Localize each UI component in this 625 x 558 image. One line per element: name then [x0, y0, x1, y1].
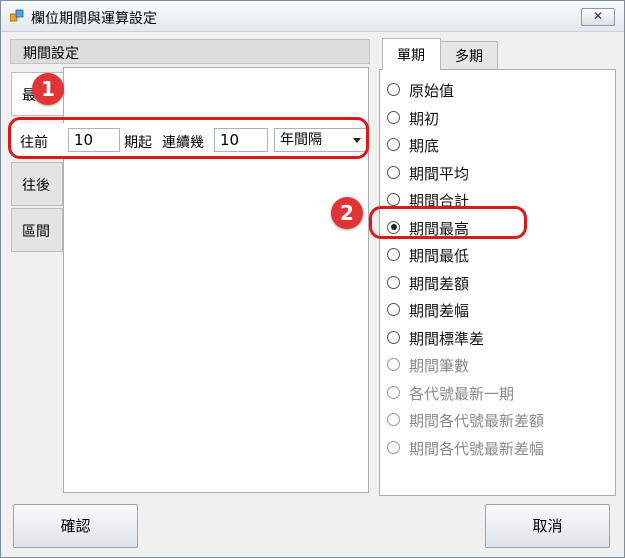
close-icon: ✕ [592, 9, 604, 23]
radio-unchecked-icon [387, 330, 400, 344]
radio-option-label: 期間最低 [409, 247, 470, 265]
period-settings-header: 期間設定 [10, 39, 370, 64]
cancel-button[interactable]: 取消 [485, 504, 610, 548]
tab-range[interactable]: 區間 [11, 208, 63, 252]
radio-unchecked-icon [387, 440, 400, 454]
title-bar: 欄位期間與運算設定 ✕ [1, 1, 624, 32]
radio-option-label: 期間各代號最新差額 [409, 412, 545, 430]
radio-option-label: 期初 [409, 109, 440, 128]
radio-unchecked-icon [387, 275, 400, 289]
radio-unchecked-icon [387, 413, 400, 426]
tab-single-period[interactable]: 單期 [382, 38, 441, 70]
period-settings-title: 期間設定 [23, 46, 79, 62]
radio-option-label: 期底 [409, 137, 440, 155]
window-title: 欄位期間與運算設定 [31, 11, 157, 27]
tab-multi-period[interactable]: 多期 [440, 41, 498, 69]
callout-highlight-1 [8, 117, 369, 159]
radio-option-label: 期間各代號最新差幅 [409, 439, 545, 458]
radio-option-label: 原始值 [409, 82, 455, 100]
radio-unchecked-icon [387, 165, 400, 179]
radio-unchecked-icon [387, 83, 400, 96]
radio-unchecked-icon [387, 385, 400, 399]
radio-unchecked-icon [387, 248, 400, 261]
close-button[interactable]: ✕ [581, 8, 615, 26]
radio-unchecked-icon [387, 358, 400, 371]
radio-unchecked-icon [387, 138, 400, 151]
radio-option-label: 期間標準差 [409, 329, 485, 348]
radio-option-label: 期間差幅 [409, 302, 470, 320]
confirm-button[interactable]: 確認 [13, 504, 138, 548]
radio-option-label: 期間平均 [409, 164, 470, 183]
settings-dialog: 欄位期間與運算設定 ✕ 期間設定 最 往後 區間 往前 10 期起 連續幾 10… [0, 0, 625, 558]
radio-unchecked-icon [387, 193, 400, 206]
tab-forward[interactable]: 往後 [11, 162, 63, 206]
callout-highlight-2 [369, 206, 527, 239]
period-settings-panel: 期間設定 最 往後 區間 往前 10 期起 連續幾 10 年間隔 [10, 39, 370, 495]
radio-option-label: 期間筆數 [409, 357, 470, 375]
radio-unchecked-icon [387, 110, 400, 124]
callout-badge-2: 2 [331, 197, 363, 229]
callout-badge-1: 1 [32, 73, 64, 105]
radio-option-label: 各代號最新一期 [409, 384, 515, 403]
radio-unchecked-icon [387, 303, 400, 316]
calculation-panel: 單期 多期 原始值 期初 期底 期間平均 期間合計 期間最高 期間最低 期間差額 期間差幅 期間標… [379, 38, 616, 496]
radio-option-label: 期間差額 [409, 274, 470, 293]
app-icon [10, 9, 24, 22]
